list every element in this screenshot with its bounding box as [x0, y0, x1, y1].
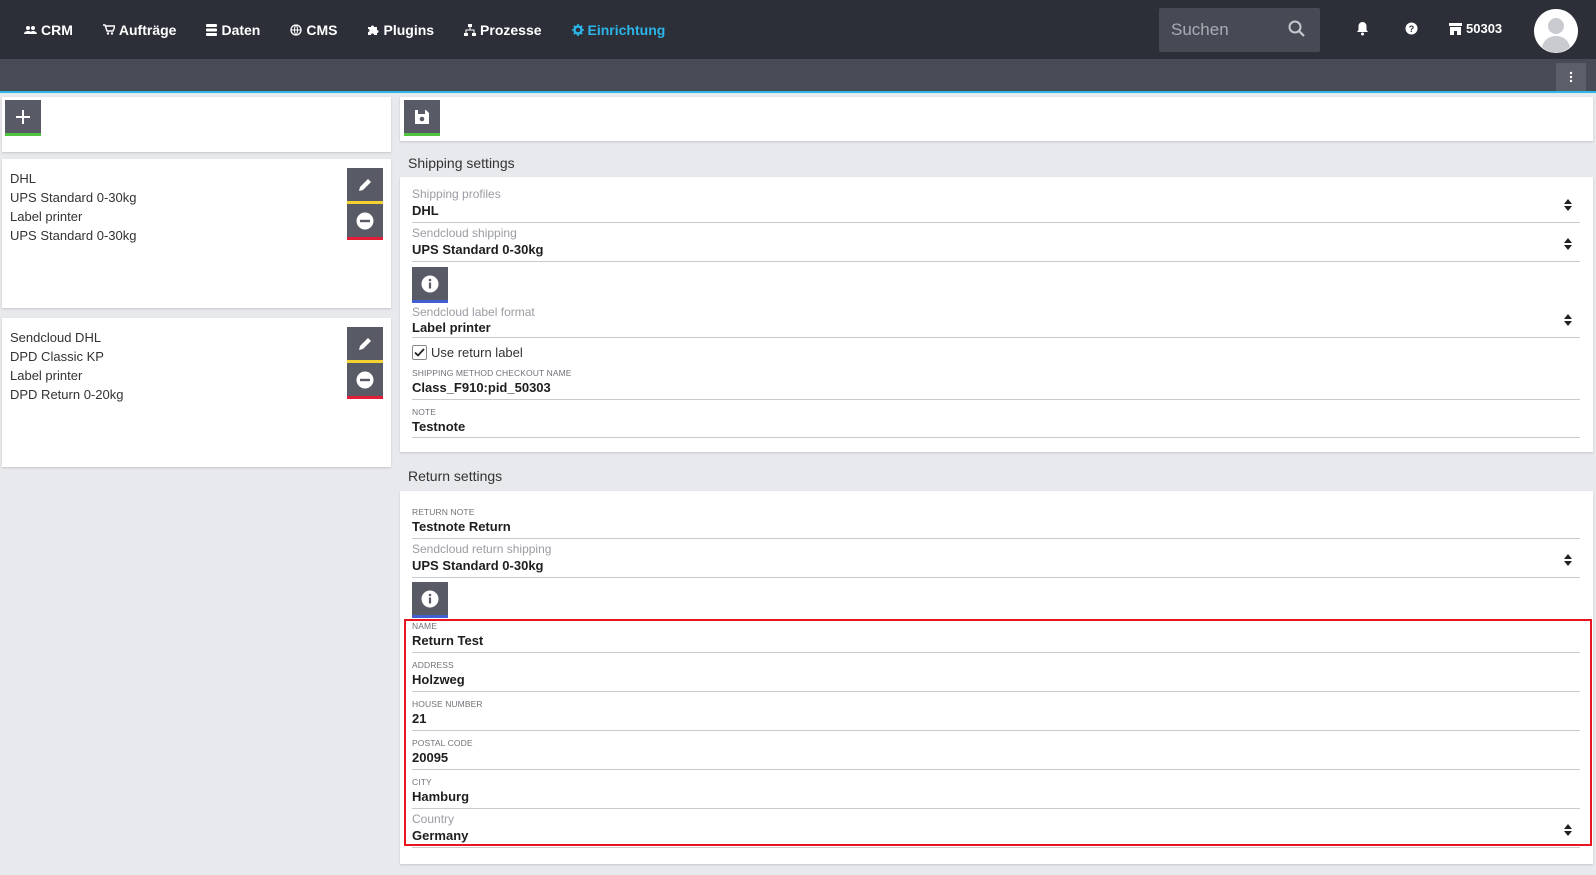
field-value: UPS Standard 0-30kg	[412, 242, 544, 257]
svg-text:?: ?	[1409, 24, 1415, 34]
store-id: 50303	[1466, 21, 1503, 36]
field-label: SHIPPING METHOD CHECKOUT NAME	[412, 368, 572, 378]
store-icon	[1449, 22, 1462, 35]
checkmark-icon	[414, 348, 425, 357]
process-icon	[464, 23, 477, 36]
main-nav: CRM Aufträge Daten CMS Plugins Prozesse …	[0, 0, 695, 59]
shipping-profiles-select[interactable]: Shipping profiles DHL	[412, 187, 1580, 223]
card-text: Sendcloud DHL DPD Classic KP Label print…	[10, 328, 123, 404]
field-value: DHL	[412, 203, 439, 218]
globe-icon	[290, 23, 303, 36]
field-value: Class_F910:pid_50303	[412, 380, 551, 395]
field-label: Sendcloud shipping	[412, 226, 517, 240]
checkout-name-field[interactable]: SHIPPING METHOD CHECKOUT NAME Class_F910…	[412, 368, 1580, 400]
pencil-icon	[359, 178, 371, 191]
nav-label: Aufträge	[118, 21, 177, 38]
field-label: Sendcloud label format	[412, 305, 535, 319]
floppy-disk-icon	[415, 109, 429, 124]
sort-caret-icon	[1564, 238, 1572, 250]
puzzle-icon	[368, 25, 379, 35]
return-settings-title: Return settings	[408, 468, 503, 484]
nav-item-plugins[interactable]: Plugins	[367, 22, 434, 38]
sendcloud-label-format-select[interactable]: Sendcloud label format Label printer	[412, 305, 1580, 338]
nav-label: Plugins	[383, 21, 435, 38]
top-navigation-bar: CRM Aufträge Daten CMS Plugins Prozesse …	[0, 0, 1596, 59]
field-value: UPS Standard 0-30kg	[412, 558, 544, 573]
field-label: Shipping profiles	[412, 187, 501, 201]
search-icon[interactable]	[1288, 20, 1306, 43]
card-line: DHL	[10, 171, 37, 186]
card-line: UPS Standard 0-30kg	[10, 228, 137, 243]
minus-circle-icon	[356, 212, 374, 229]
note-field[interactable]: NOTE Testnote	[412, 407, 1580, 438]
bell-icon[interactable]	[1356, 21, 1369, 41]
delete-button[interactable]	[347, 204, 383, 240]
card-line: UPS Standard 0-30kg	[10, 190, 137, 205]
edit-button[interactable]	[347, 327, 383, 363]
nav-item-crm[interactable]: CRM	[24, 22, 73, 38]
search-input[interactable]	[1171, 20, 1281, 40]
card-line: DPD Return 0-20kg	[10, 387, 124, 402]
nav-item-prozesse[interactable]: Prozesse	[464, 21, 542, 38]
field-label: Sendcloud return shipping	[412, 542, 552, 556]
cart-icon	[102, 24, 115, 35]
sendcloud-shipping-select[interactable]: Sendcloud shipping UPS Standard 0-30kg	[412, 226, 1580, 262]
search-box	[1159, 8, 1320, 52]
nav-item-daten[interactable]: Daten	[206, 22, 260, 38]
pencil-icon	[359, 337, 371, 350]
left-toolbar	[2, 97, 391, 152]
card-line: Sendcloud DHL	[10, 330, 102, 345]
save-button[interactable]	[404, 100, 440, 136]
gear-icon	[571, 23, 584, 36]
nav-label: CRM	[41, 21, 73, 38]
field-label: RETURN NOTE	[412, 507, 475, 517]
nav-label: Daten	[221, 21, 261, 38]
list-item: Sendcloud DHL DPD Classic KP Label print…	[2, 318, 391, 467]
help-icon[interactable]: ?	[1405, 22, 1418, 40]
users-icon	[24, 25, 37, 34]
nav-item-einrichtung[interactable]: Einrichtung	[571, 21, 666, 38]
use-return-label-checkbox[interactable]: Use return label	[412, 345, 523, 360]
checkbox[interactable]	[412, 345, 427, 360]
shipping-settings-panel: Shipping profiles DHL Sendcloud shipping…	[400, 177, 1593, 452]
toolbar	[0, 59, 1596, 93]
nav-label: Prozesse	[480, 21, 542, 38]
avatar[interactable]	[1534, 9, 1578, 53]
checkbox-label: Use return label	[431, 345, 523, 360]
field-label: NOTE	[412, 407, 437, 417]
sort-caret-icon	[1564, 314, 1572, 326]
delete-button[interactable]	[347, 363, 383, 399]
card-line: Label printer	[10, 368, 83, 383]
info-icon	[421, 275, 439, 292]
field-value: Testnote	[412, 419, 466, 434]
highlight-frame	[404, 619, 1592, 846]
store-selector[interactable]: 50303	[1449, 21, 1502, 36]
card-line: DPD Classic KP	[10, 349, 104, 364]
minus-circle-icon	[356, 371, 374, 388]
nav-label: CMS	[306, 21, 338, 38]
return-note-field[interactable]: RETURN NOTE Testnote Return	[412, 507, 1580, 539]
return-shipping-select[interactable]: Sendcloud return shipping UPS Standard 0…	[412, 542, 1580, 578]
nav-label: Einrichtung	[587, 21, 666, 38]
more-options-icon[interactable]	[1556, 63, 1586, 91]
nav-item-auftraege[interactable]: Aufträge	[102, 21, 177, 38]
database-icon	[206, 23, 218, 36]
list-item: DHL UPS Standard 0-30kg Label printer UP…	[2, 159, 391, 308]
right-toolbar	[400, 97, 1593, 141]
edit-button[interactable]	[347, 168, 383, 204]
plus-icon	[16, 109, 30, 124]
info-icon	[421, 590, 439, 607]
field-value: Label printer	[412, 320, 491, 335]
info-button[interactable]	[412, 267, 448, 303]
add-button[interactable]	[5, 100, 41, 136]
info-button[interactable]	[412, 582, 448, 618]
nav-item-cms[interactable]: CMS	[290, 22, 337, 38]
shipping-settings-title: Shipping settings	[408, 155, 515, 171]
card-text: DHL UPS Standard 0-30kg Label printer UP…	[10, 169, 136, 245]
sort-caret-icon	[1564, 554, 1572, 566]
sort-caret-icon	[1564, 199, 1572, 211]
card-line: Label printer	[10, 209, 83, 224]
field-value: Testnote Return	[412, 519, 511, 534]
